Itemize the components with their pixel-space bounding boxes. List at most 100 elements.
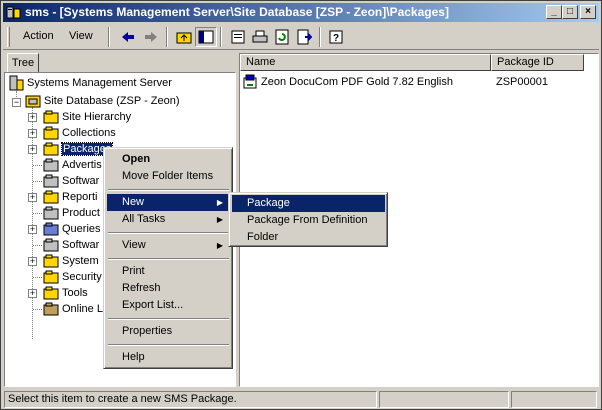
menu-item-new[interactable]: New ▶	[107, 194, 229, 211]
up-folder-button[interactable]	[173, 27, 195, 47]
submenu-arrow-icon: ▶	[216, 198, 223, 207]
tree-node-label: Product	[62, 207, 100, 219]
submenu-item-package-from-definition[interactable]: Package From Definition	[232, 212, 385, 229]
tree-site-db-label: Site Database (ZSP - Zeon)	[44, 95, 180, 107]
tree-node[interactable]: Product	[43, 205, 100, 221]
tree-node-site-database[interactable]: Site Database (ZSP - Zeon)	[25, 93, 180, 109]
menu-separator	[108, 258, 229, 260]
tree-node[interactable]: Security	[43, 269, 102, 285]
tree-node-label: Tools	[62, 287, 88, 299]
tree-node[interactable]: Tools	[43, 285, 88, 301]
column-header-name[interactable]: Name	[240, 54, 491, 71]
menu-item-open[interactable]: Open	[107, 151, 229, 168]
tree-line	[33, 181, 42, 182]
tree-node-label: Site Hierarchy	[62, 111, 132, 123]
expander-plus[interactable]: +	[28, 145, 37, 154]
minimize-button[interactable]: _	[546, 5, 562, 19]
expander-plus[interactable]: +	[28, 193, 37, 202]
context-menu: Open Move Folder Items New ▶ All Tasks ▶…	[103, 147, 233, 369]
tools-icon	[43, 286, 59, 300]
toolbar-separator	[220, 27, 222, 47]
tree-node[interactable]: Advertis	[43, 157, 102, 173]
tree-node[interactable]: Collections	[43, 125, 116, 141]
menu-item-properties[interactable]: Properties	[107, 323, 229, 340]
menu-item-new-label: New	[122, 196, 145, 208]
menu-separator	[108, 318, 229, 320]
status-text: Select this item to create a new SMS Pac…	[4, 391, 377, 408]
tree-node[interactable]: Queries	[43, 221, 101, 237]
column-header-package-id[interactable]: Package ID	[491, 54, 584, 71]
show-tree-button[interactable]	[195, 27, 217, 47]
menu-item-print[interactable]: Print	[107, 263, 229, 280]
svg-text:?: ?	[333, 33, 339, 44]
back-button[interactable]	[117, 27, 139, 47]
reporting-icon	[43, 190, 59, 204]
tree-line	[33, 309, 42, 310]
refresh-icon	[275, 29, 289, 45]
expander-plus[interactable]: +	[28, 113, 37, 122]
help-button[interactable]: ?	[325, 27, 347, 47]
tree-node-label: Collections	[62, 127, 116, 139]
tree-node[interactable]: System	[43, 253, 99, 269]
tree-node[interactable]: Reporti	[43, 189, 97, 205]
tree-node[interactable]: Packages	[43, 141, 114, 157]
new-submenu: Package Package From Definition Folder	[228, 192, 388, 247]
queries-icon	[43, 222, 59, 236]
tree-line	[33, 165, 42, 166]
menu-action-label: Action	[23, 30, 54, 42]
status-panel-3	[511, 391, 597, 408]
export-list-button[interactable]	[293, 27, 315, 47]
tree-node-root[interactable]: Systems Management Server	[8, 75, 172, 91]
menu-action[interactable]: Action	[23, 30, 54, 42]
tree-node[interactable]: Site Hierarchy	[43, 109, 131, 125]
menu-view[interactable]: View	[69, 30, 93, 42]
tree-line	[33, 245, 42, 246]
properties-icon	[231, 30, 245, 44]
refresh-button[interactable]	[271, 27, 293, 47]
tree-node-label: Softwar	[62, 175, 100, 187]
status-panel-2	[379, 391, 509, 408]
menu-item-view[interactable]: View ▶	[107, 237, 229, 254]
tree-node[interactable]: Softwar	[43, 173, 99, 189]
tree-node-label: Advertis	[62, 159, 102, 171]
print-button[interactable]	[249, 27, 271, 47]
properties-button[interactable]	[227, 27, 249, 47]
list-item-package-id: ZSP00001	[496, 76, 548, 88]
menu-item-refresh[interactable]: Refresh	[107, 280, 229, 297]
list-item-name: Zeon DocuCom PDF Gold 7.82 English	[261, 76, 453, 88]
title-bar[interactable]: sms - [Systems Management Server\Site Da…	[3, 3, 599, 22]
menu-separator	[108, 232, 229, 234]
submenu-item-package[interactable]: Package	[232, 195, 385, 212]
print-icon	[252, 30, 268, 43]
submenu-item-folder[interactable]: Folder	[232, 229, 385, 246]
expander-plus[interactable]: +	[28, 289, 37, 298]
menu-item-all-tasks[interactable]: All Tasks ▶	[107, 211, 229, 228]
expander-minus[interactable]: −	[12, 98, 21, 107]
tree-node[interactable]: Softwar	[43, 237, 99, 253]
close-button[interactable]: ×	[580, 5, 596, 19]
menu-item-view-label: View	[122, 239, 146, 251]
list-item[interactable]: Zeon DocuCom PDF Gold 7.82 English ZSP00…	[242, 74, 548, 90]
advertisements-icon	[43, 158, 59, 172]
tree-node-label: Softwar	[62, 239, 100, 251]
toolbar-grip[interactable]	[7, 27, 10, 47]
menu-item-export-list[interactable]: Export List...	[107, 297, 229, 314]
app-window: sms - [Systems Management Server\Site Da…	[0, 0, 602, 410]
tab-tree[interactable]: Tree	[7, 53, 39, 73]
menu-item-help[interactable]: Help	[107, 349, 229, 366]
tree-node[interactable]: Online L	[43, 301, 103, 317]
software-metering-icon	[43, 174, 59, 188]
toolbar-separator	[166, 27, 168, 47]
help-icon: ?	[329, 30, 343, 44]
maximize-button[interactable]: □	[562, 5, 578, 19]
expander-plus[interactable]: +	[28, 129, 37, 138]
tree-node-label: Online L	[62, 303, 103, 315]
expander-plus[interactable]: +	[28, 225, 37, 234]
site-database-icon	[25, 95, 41, 108]
system-status-icon	[43, 254, 59, 268]
expander-plus[interactable]: +	[28, 257, 37, 266]
menu-item-move-folder-items[interactable]: Move Folder Items	[107, 168, 229, 185]
tree-node-label: Security	[62, 271, 102, 283]
show-tree-icon	[198, 30, 214, 44]
forward-button[interactable]	[140, 27, 162, 47]
